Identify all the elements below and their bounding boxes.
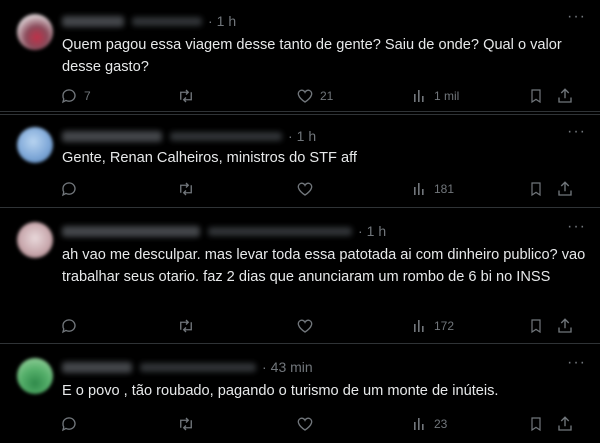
more-icon[interactable]: ··· (567, 354, 586, 372)
comment-count: 7 (84, 89, 91, 103)
user-handle[interactable] (140, 362, 256, 372)
user-handle[interactable] (132, 16, 202, 26)
retweet-icon (180, 182, 192, 196)
separator: · (208, 13, 213, 29)
views-button[interactable]: 172 (412, 316, 454, 336)
retweet-button[interactable] (176, 179, 202, 199)
reply-item[interactable]: · 1 h ··· Quem pagou essa viagem desse t… (0, 0, 600, 112)
share-button[interactable] (556, 316, 574, 336)
views-icon (414, 418, 424, 430)
views-button[interactable]: 23 (412, 414, 447, 434)
bookmark-icon (531, 319, 541, 334)
share-button[interactable] (556, 179, 574, 199)
user-handle[interactable] (170, 131, 282, 141)
reply-header: · 1 h (62, 127, 316, 145)
reply-text: ah vao me desculpar. mas levar toda essa… (62, 247, 586, 285)
timestamp[interactable]: 43 min (271, 359, 313, 375)
bookmark-button[interactable] (528, 316, 544, 336)
share-icon (558, 88, 572, 103)
comment-button[interactable] (60, 414, 84, 434)
heart-icon (297, 89, 313, 103)
timestamp[interactable]: 1 h (217, 13, 236, 29)
more-icon[interactable]: ··· (567, 8, 586, 26)
like-count: 21 (320, 89, 334, 103)
display-name[interactable] (62, 361, 132, 373)
separator: · (358, 223, 363, 239)
display-name[interactable] (62, 130, 162, 142)
retweet-button[interactable] (176, 86, 202, 106)
reply-item[interactable]: · 1 h ··· Gente, Renan Calheiros, minist… (0, 114, 600, 208)
retweet-button[interactable] (176, 316, 202, 336)
display-name[interactable] (62, 15, 124, 27)
bookmark-button[interactable] (528, 86, 544, 106)
avatar[interactable] (17, 358, 53, 394)
avatar[interactable] (17, 222, 53, 258)
views-count: 172 (434, 319, 455, 333)
bookmark-icon (531, 89, 541, 104)
like-button[interactable]: 21 (296, 86, 333, 106)
views-icon (414, 183, 424, 195)
like-button[interactable] (296, 179, 320, 199)
more-icon[interactable]: ··· (567, 218, 586, 236)
heart-icon (297, 417, 313, 431)
timestamp[interactable]: 1 h (297, 128, 316, 144)
reply-text: Gente, Renan Calheiros, ministros do STF… (62, 150, 357, 166)
retweet-button[interactable] (176, 414, 202, 434)
reply-text: Quem pagou essa viagem desse tanto de ge… (62, 37, 562, 75)
separator: · (288, 128, 293, 144)
comment-icon (61, 417, 76, 432)
like-button[interactable] (296, 414, 320, 434)
heart-icon (297, 182, 313, 196)
views-icon (414, 90, 424, 102)
bookmark-icon (531, 182, 541, 197)
views-count: 181 (434, 182, 455, 196)
bookmark-button[interactable] (528, 414, 544, 434)
comment-icon (61, 319, 76, 334)
reply-header: · 43 min (62, 358, 313, 376)
reply-text: E o povo , tão roubado, pagando o turism… (62, 383, 499, 399)
share-button[interactable] (556, 414, 574, 434)
comment-button[interactable] (60, 179, 84, 199)
share-icon (558, 181, 572, 196)
views-count: 1 mil (434, 89, 460, 103)
user-handle[interactable] (208, 226, 352, 236)
separator: · (262, 359, 267, 375)
retweet-icon (180, 417, 192, 431)
avatar[interactable] (17, 127, 53, 163)
comment-button[interactable] (60, 316, 84, 336)
action-bar: 172 (60, 316, 580, 336)
reply-header: · 1 h (62, 12, 236, 30)
timestamp[interactable]: 1 h (367, 223, 386, 239)
more-icon[interactable]: ··· (567, 123, 586, 141)
like-button[interactable] (296, 316, 320, 336)
share-icon (558, 318, 572, 333)
retweet-icon (180, 89, 192, 103)
share-icon (558, 416, 572, 431)
heart-icon (297, 319, 313, 333)
comment-icon (61, 89, 76, 104)
action-bar: 7 21 1 mil (60, 86, 580, 106)
retweet-icon (180, 319, 192, 333)
share-button[interactable] (556, 86, 574, 106)
bookmark-icon (531, 417, 541, 432)
display-name[interactable] (62, 225, 200, 237)
views-button[interactable]: 181 (412, 179, 454, 199)
action-bar: 181 (60, 179, 580, 199)
action-bar: 23 (60, 414, 580, 434)
comment-button[interactable]: 7 (60, 86, 91, 106)
reply-header: · 1 h (62, 222, 386, 240)
reply-item[interactable]: · 1 h ··· ah vao me desculpar. mas levar… (0, 208, 600, 344)
reply-item[interactable]: · 43 min ··· E o povo , tão roubado, pag… (0, 344, 600, 443)
views-icon (414, 320, 424, 332)
bookmark-button[interactable] (528, 179, 544, 199)
avatar[interactable] (17, 14, 53, 50)
replies-feed: · 1 h ··· Quem pagou essa viagem desse t… (0, 0, 600, 443)
views-count: 23 (434, 417, 448, 431)
comment-icon (61, 182, 76, 197)
views-button[interactable]: 1 mil (412, 86, 459, 106)
